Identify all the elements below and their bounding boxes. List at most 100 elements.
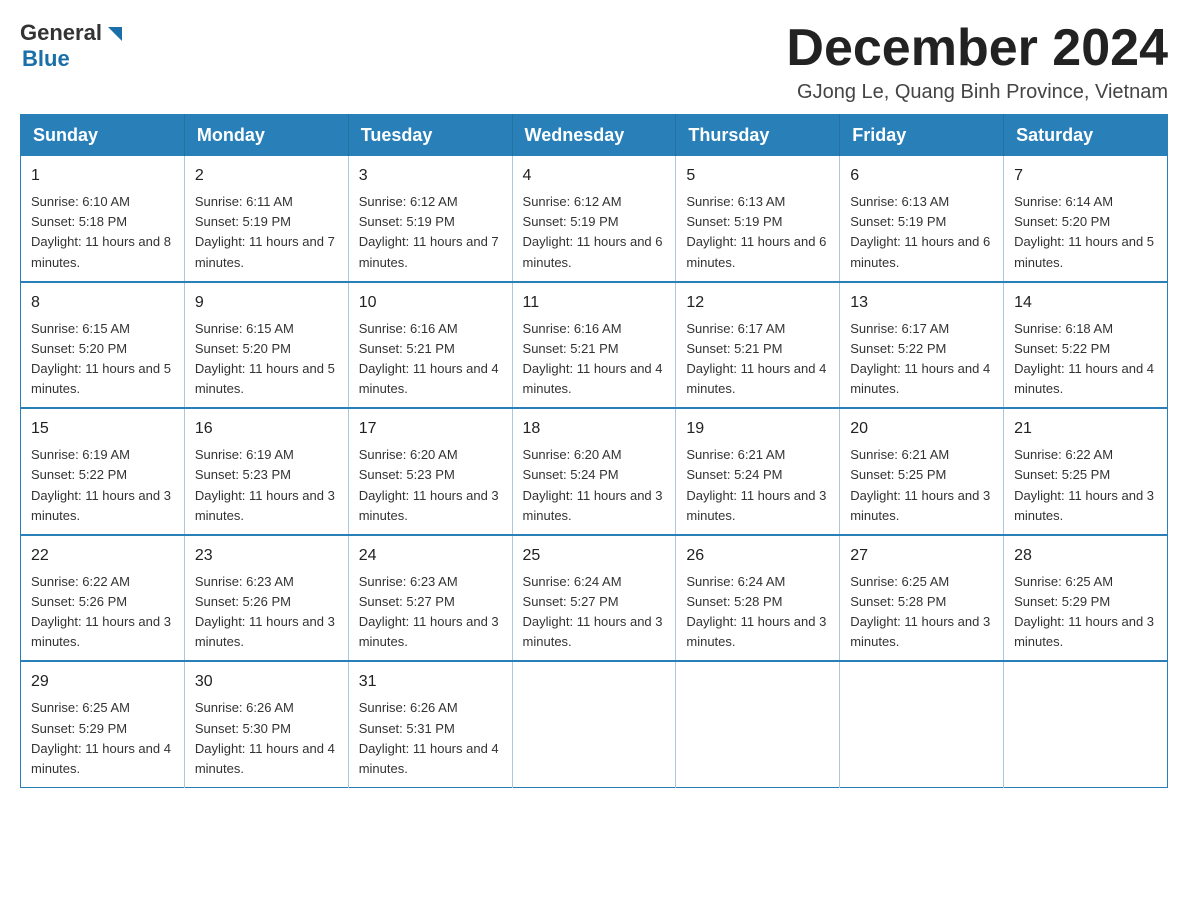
day-info: Sunrise: 6:26 AMSunset: 5:30 PMDaylight:… (195, 698, 338, 779)
day-info: Sunrise: 6:25 AMSunset: 5:29 PMDaylight:… (1014, 572, 1157, 653)
day-info: Sunrise: 6:23 AMSunset: 5:26 PMDaylight:… (195, 572, 338, 653)
calendar-cell: 19 Sunrise: 6:21 AMSunset: 5:24 PMDayligh… (676, 408, 840, 535)
calendar-cell (840, 661, 1004, 787)
day-number: 3 (359, 164, 502, 188)
calendar-cell: 23 Sunrise: 6:23 AMSunset: 5:26 PMDayligh… (184, 535, 348, 662)
calendar-cell: 29 Sunrise: 6:25 AMSunset: 5:29 PMDayligh… (21, 661, 185, 787)
page-header: General Blue December 2024 GJong Le, Qua… (20, 20, 1168, 104)
day-number: 6 (850, 164, 993, 188)
day-info: Sunrise: 6:15 AMSunset: 5:20 PMDaylight:… (195, 319, 338, 400)
day-number: 12 (686, 291, 829, 315)
calendar-cell: 28 Sunrise: 6:25 AMSunset: 5:29 PMDayligh… (1004, 535, 1168, 662)
day-info: Sunrise: 6:19 AMSunset: 5:22 PMDaylight:… (31, 445, 174, 526)
calendar-cell: 30 Sunrise: 6:26 AMSunset: 5:30 PMDayligh… (184, 661, 348, 787)
day-number: 4 (523, 164, 666, 188)
day-info: Sunrise: 6:12 AMSunset: 5:19 PMDaylight:… (523, 192, 666, 273)
day-number: 14 (1014, 291, 1157, 315)
weekday-header-friday: Friday (840, 115, 1004, 157)
day-number: 8 (31, 291, 174, 315)
location-subtitle: GJong Le, Quang Binh Province, Vietnam (786, 81, 1168, 104)
day-info: Sunrise: 6:22 AMSunset: 5:26 PMDaylight:… (31, 572, 174, 653)
day-info: Sunrise: 6:15 AMSunset: 5:20 PMDaylight:… (31, 319, 174, 400)
day-info: Sunrise: 6:25 AMSunset: 5:29 PMDaylight:… (31, 698, 174, 779)
day-number: 18 (523, 417, 666, 441)
calendar-cell: 4 Sunrise: 6:12 AMSunset: 5:19 PMDaylight… (512, 156, 676, 282)
day-info: Sunrise: 6:23 AMSunset: 5:27 PMDaylight:… (359, 572, 502, 653)
calendar-cell: 18 Sunrise: 6:20 AMSunset: 5:24 PMDayligh… (512, 408, 676, 535)
day-info: Sunrise: 6:17 AMSunset: 5:22 PMDaylight:… (850, 319, 993, 400)
day-info: Sunrise: 6:26 AMSunset: 5:31 PMDaylight:… (359, 698, 502, 779)
calendar-week-row: 22 Sunrise: 6:22 AMSunset: 5:26 PMDayligh… (21, 535, 1168, 662)
day-number: 23 (195, 544, 338, 568)
calendar-cell: 14 Sunrise: 6:18 AMSunset: 5:22 PMDayligh… (1004, 282, 1168, 409)
calendar-week-row: 15 Sunrise: 6:19 AMSunset: 5:22 PMDayligh… (21, 408, 1168, 535)
day-info: Sunrise: 6:17 AMSunset: 5:21 PMDaylight:… (686, 319, 829, 400)
calendar-cell: 25 Sunrise: 6:24 AMSunset: 5:27 PMDayligh… (512, 535, 676, 662)
calendar-cell: 2Sunrise: 6:11 AMSunset: 5:19 PMDaylight… (184, 156, 348, 282)
day-info: Sunrise: 6:11 AMSunset: 5:19 PMDaylight:… (195, 192, 338, 273)
weekday-header-sunday: Sunday (21, 115, 185, 157)
day-info: Sunrise: 6:16 AMSunset: 5:21 PMDaylight:… (523, 319, 666, 400)
day-info: Sunrise: 6:20 AMSunset: 5:24 PMDaylight:… (523, 445, 666, 526)
day-info: Sunrise: 6:21 AMSunset: 5:24 PMDaylight:… (686, 445, 829, 526)
day-number: 24 (359, 544, 502, 568)
day-number: 26 (686, 544, 829, 568)
calendar-cell: 7 Sunrise: 6:14 AMSunset: 5:20 PMDaylight… (1004, 156, 1168, 282)
day-info: Sunrise: 6:25 AMSunset: 5:28 PMDaylight:… (850, 572, 993, 653)
day-info: Sunrise: 6:22 AMSunset: 5:25 PMDaylight:… (1014, 445, 1157, 526)
day-info: Sunrise: 6:10 AMSunset: 5:18 PMDaylight:… (31, 192, 174, 273)
day-number: 7 (1014, 164, 1157, 188)
calendar-cell: 3 Sunrise: 6:12 AMSunset: 5:19 PMDaylight… (348, 156, 512, 282)
calendar-cell: 13 Sunrise: 6:17 AMSunset: 5:22 PMDayligh… (840, 282, 1004, 409)
day-info: Sunrise: 6:21 AMSunset: 5:25 PMDaylight:… (850, 445, 993, 526)
calendar-cell: 26 Sunrise: 6:24 AMSunset: 5:28 PMDayligh… (676, 535, 840, 662)
day-number: 25 (523, 544, 666, 568)
day-number: 29 (31, 670, 174, 694)
weekday-header-saturday: Saturday (1004, 115, 1168, 157)
calendar-cell: 21 Sunrise: 6:22 AMSunset: 5:25 PMDayligh… (1004, 408, 1168, 535)
weekday-header-thursday: Thursday (676, 115, 840, 157)
day-number: 28 (1014, 544, 1157, 568)
day-info: Sunrise: 6:24 AMSunset: 5:28 PMDaylight:… (686, 572, 829, 653)
day-number: 15 (31, 417, 174, 441)
weekday-header-row: SundayMondayTuesdayWednesdayThursdayFrid… (21, 115, 1168, 157)
calendar-cell: 27 Sunrise: 6:25 AMSunset: 5:28 PMDayligh… (840, 535, 1004, 662)
calendar-cell (676, 661, 840, 787)
day-info: Sunrise: 6:14 AMSunset: 5:20 PMDaylight:… (1014, 192, 1157, 273)
day-number: 9 (195, 291, 338, 315)
day-number: 19 (686, 417, 829, 441)
calendar-week-row: 29 Sunrise: 6:25 AMSunset: 5:29 PMDayligh… (21, 661, 1168, 787)
calendar-cell: 9 Sunrise: 6:15 AMSunset: 5:20 PMDaylight… (184, 282, 348, 409)
calendar-cell: 20 Sunrise: 6:21 AMSunset: 5:25 PMDayligh… (840, 408, 1004, 535)
calendar-cell: 12 Sunrise: 6:17 AMSunset: 5:21 PMDayligh… (676, 282, 840, 409)
day-number: 21 (1014, 417, 1157, 441)
day-number: 17 (359, 417, 502, 441)
calendar-cell: 1Sunrise: 6:10 AMSunset: 5:18 PMDaylight… (21, 156, 185, 282)
day-number: 30 (195, 670, 338, 694)
month-title: December 2024 (786, 20, 1168, 77)
day-number: 20 (850, 417, 993, 441)
day-number: 13 (850, 291, 993, 315)
calendar-cell: 15 Sunrise: 6:19 AMSunset: 5:22 PMDayligh… (21, 408, 185, 535)
calendar-cell: 10 Sunrise: 6:16 AMSunset: 5:21 PMDayligh… (348, 282, 512, 409)
weekday-header-tuesday: Tuesday (348, 115, 512, 157)
logo-blue-text: Blue (22, 46, 70, 72)
calendar-cell: 24 Sunrise: 6:23 AMSunset: 5:27 PMDayligh… (348, 535, 512, 662)
logo-general-text: General (20, 20, 102, 46)
day-number: 27 (850, 544, 993, 568)
day-info: Sunrise: 6:24 AMSunset: 5:27 PMDaylight:… (523, 572, 666, 653)
weekday-header-monday: Monday (184, 115, 348, 157)
day-info: Sunrise: 6:18 AMSunset: 5:22 PMDaylight:… (1014, 319, 1157, 400)
logo-triangle-icon (104, 23, 126, 45)
day-number: 22 (31, 544, 174, 568)
calendar-cell: 11Sunrise: 6:16 AMSunset: 5:21 PMDayligh… (512, 282, 676, 409)
calendar-cell (512, 661, 676, 787)
day-number: 10 (359, 291, 502, 315)
day-info: Sunrise: 6:12 AMSunset: 5:19 PMDaylight:… (359, 192, 502, 273)
day-info: Sunrise: 6:16 AMSunset: 5:21 PMDaylight:… (359, 319, 502, 400)
calendar-week-row: 8 Sunrise: 6:15 AMSunset: 5:20 PMDaylight… (21, 282, 1168, 409)
calendar-week-row: 1Sunrise: 6:10 AMSunset: 5:18 PMDaylight… (21, 156, 1168, 282)
calendar-cell (1004, 661, 1168, 787)
day-info: Sunrise: 6:13 AMSunset: 5:19 PMDaylight:… (686, 192, 829, 273)
weekday-header-wednesday: Wednesday (512, 115, 676, 157)
